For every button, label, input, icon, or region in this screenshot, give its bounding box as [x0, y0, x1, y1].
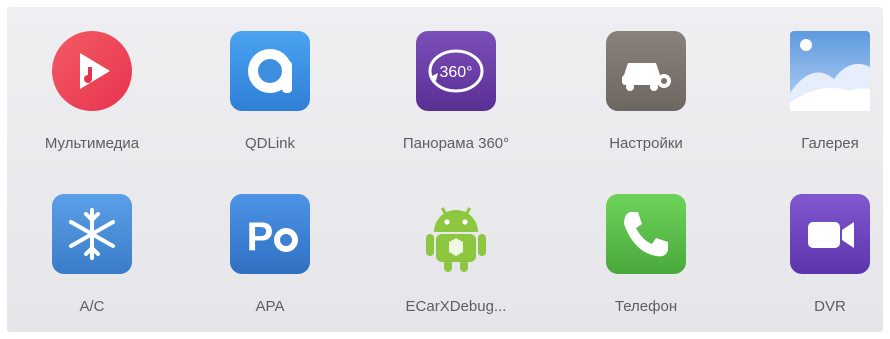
app-label: Мультимедиа	[44, 135, 140, 152]
app-label: Панорама 360°	[402, 135, 510, 152]
app-label: Телефон	[614, 298, 678, 315]
phone-icon	[606, 194, 686, 274]
app-launcher-screen: Мультимедиа QDLink 360° Панорама 360° На…	[7, 7, 883, 332]
panorama-360-icon: 360°	[416, 31, 496, 111]
app-dvr[interactable]: DVR	[755, 164, 890, 315]
app-label: ECarXDebug...	[405, 298, 507, 315]
qdlink-icon	[230, 31, 310, 111]
app-label: A/C	[79, 298, 105, 315]
app-ac[interactable]: A/C	[17, 164, 167, 315]
app-multimedia[interactable]: Мультимедиа	[17, 7, 167, 157]
parking-assist-icon: P	[230, 194, 310, 274]
app-apa[interactable]: P APA	[195, 164, 345, 315]
app-gallery[interactable]: Галерея	[755, 7, 890, 157]
app-label: DVR	[814, 298, 846, 315]
snowflake-icon	[52, 194, 132, 274]
svg-text:P: P	[247, 215, 274, 259]
app-panorama-360[interactable]: 360° Панорама 360°	[381, 7, 531, 157]
settings-car-icon	[606, 31, 686, 111]
video-camera-icon	[790, 194, 870, 274]
gallery-icon	[790, 31, 870, 111]
app-phone[interactable]: Телефон	[571, 164, 721, 315]
app-settings[interactable]: Настройки	[571, 7, 721, 157]
app-label: QDLink	[244, 135, 296, 152]
app-label: Настройки	[609, 135, 683, 152]
multimedia-icon	[52, 31, 132, 111]
android-icon	[416, 194, 496, 274]
app-label: Галерея	[801, 135, 859, 152]
app-label: APA	[255, 298, 285, 315]
app-qdlink[interactable]: QDLink	[195, 7, 345, 157]
panorama-badge: 360°	[439, 64, 472, 81]
app-ecarxdebug[interactable]: ECarXDebug...	[381, 164, 531, 315]
